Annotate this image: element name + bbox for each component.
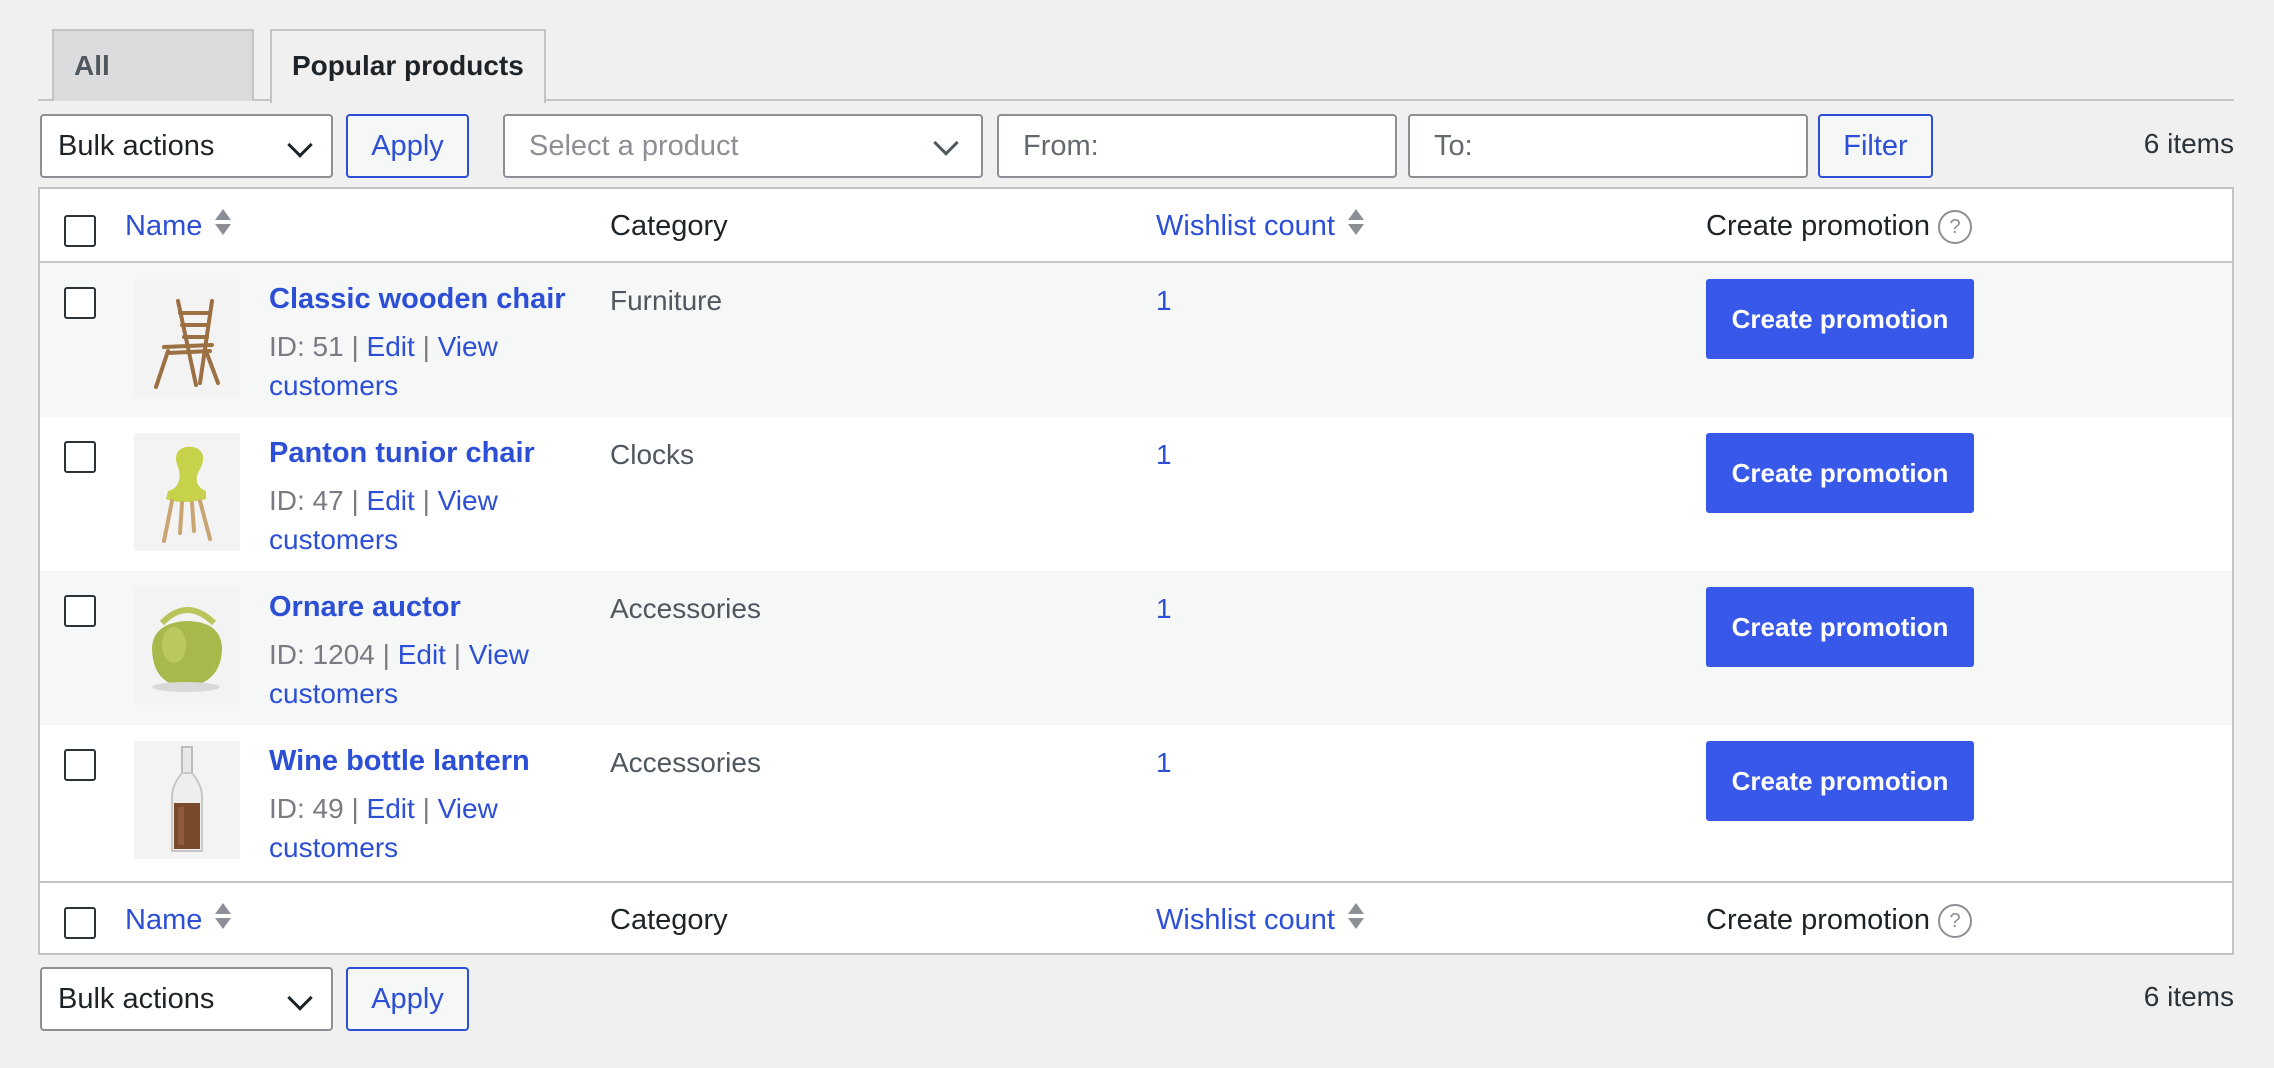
product-select-placeholder: Select a product — [529, 130, 739, 162]
column-create-promotion: Create promotion? — [1706, 883, 1973, 957]
tab-popular-products[interactable]: Popular products — [270, 29, 546, 103]
table-header: Name Category Wishlist count Create prom… — [40, 189, 2232, 263]
create-promotion-button[interactable]: Create promotion — [1706, 587, 1974, 667]
table-row: Classic wooden chair ID: 51 | Edit | Vie… — [40, 263, 2232, 417]
column-name-label[interactable]: Name — [125, 210, 202, 242]
chevron-down-icon — [287, 132, 313, 158]
wishlist-count-link[interactable]: 1 — [1156, 285, 1172, 317]
column-wishlist-count[interactable]: Wishlist count — [1156, 189, 1365, 263]
edit-link[interactable]: Edit — [367, 331, 415, 362]
sort-icon — [1347, 207, 1365, 239]
bulk-actions-label: Bulk actions — [58, 130, 215, 162]
table-footer-header: Name Category Wishlist count Create prom… — [40, 881, 2232, 955]
edit-link[interactable]: Edit — [367, 485, 415, 516]
from-date-input[interactable]: From: — [997, 114, 1397, 178]
product-id: ID: 1204 — [269, 639, 375, 670]
table-row: Wine bottle lantern ID: 49 | Edit | View… — [40, 725, 2232, 879]
filter-button[interactable]: Filter — [1818, 114, 1933, 178]
product-thumbnail-bottle-lantern[interactable] — [134, 741, 240, 859]
row-checkbox[interactable] — [64, 441, 96, 473]
chevron-down-icon — [933, 130, 959, 156]
row-meta: ID: 49 | Edit | View customers — [269, 793, 498, 863]
column-create-promotion: Create promotion? — [1706, 189, 1973, 263]
select-all-checkbox[interactable] — [64, 215, 96, 247]
sort-icon — [214, 207, 232, 239]
product-name-link[interactable]: Ornare auctor — [269, 591, 461, 624]
create-promotion-button[interactable]: Create promotion — [1706, 433, 1974, 513]
row-checkbox[interactable] — [64, 595, 96, 627]
row-meta: ID: 51 | Edit | View customers — [269, 331, 498, 401]
wishlist-count-link[interactable]: 1 — [1156, 439, 1172, 471]
apply-button-bottom[interactable]: Apply — [346, 967, 469, 1031]
product-thumbnail-green-basket[interactable] — [134, 587, 240, 705]
row-checkbox[interactable] — [64, 749, 96, 781]
wishlist-count-link[interactable]: 1 — [1156, 593, 1172, 625]
create-promotion-button[interactable]: Create promotion — [1706, 741, 1974, 821]
category-cell: Accessories — [610, 747, 761, 778]
bulk-actions-select-bottom[interactable]: Bulk actions — [40, 967, 333, 1031]
product-select[interactable]: Select a product — [503, 114, 983, 178]
tab-bar: All wishlists Popular products — [38, 29, 2234, 151]
create-promotion-button[interactable]: Create promotion — [1706, 279, 1974, 359]
select-all-checkbox-bottom[interactable] — [64, 907, 96, 939]
items-count: 6 items — [2143, 128, 2234, 159]
product-id: ID: 49 — [269, 793, 344, 824]
table-row: Ornare auctor ID: 1204 | Edit | View cus… — [40, 571, 2232, 725]
help-icon[interactable]: ? — [1938, 904, 1973, 938]
tab-all-wishlists[interactable]: All wishlists — [52, 29, 254, 151]
sort-icon — [1347, 901, 1365, 933]
sort-icon — [214, 901, 232, 933]
column-wishlist-count-label[interactable]: Wishlist count — [1156, 210, 1335, 242]
column-name-label[interactable]: Name — [125, 904, 202, 936]
category-cell: Furniture — [610, 285, 723, 316]
product-name-link[interactable]: Wine bottle lantern — [269, 745, 530, 778]
column-wishlist-count[interactable]: Wishlist count — [1156, 883, 1365, 957]
chevron-down-icon — [287, 985, 313, 1011]
row-meta: ID: 47 | Edit | View customers — [269, 485, 498, 555]
column-create-promotion-label: Create promotion — [1706, 904, 1931, 936]
to-date-input[interactable]: To: — [1408, 114, 1808, 178]
column-category: Category — [610, 210, 728, 242]
apply-button[interactable]: Apply — [346, 114, 469, 178]
product-id: ID: 51 — [269, 331, 344, 362]
bulk-actions-label: Bulk actions — [58, 983, 215, 1015]
column-wishlist-count-label[interactable]: Wishlist count — [1156, 904, 1335, 936]
items-count-bottom: 6 items — [2143, 981, 2234, 1012]
table-row: Panton tunior chair ID: 47 | Edit | View… — [40, 417, 2232, 571]
row-checkbox[interactable] — [64, 287, 96, 319]
column-category: Category — [610, 904, 728, 936]
product-id: ID: 47 — [269, 485, 344, 516]
help-icon[interactable]: ? — [1938, 210, 1973, 244]
category-cell: Accessories — [610, 593, 761, 624]
product-name-link[interactable]: Classic wooden chair — [269, 283, 566, 316]
product-thumbnail-wooden-chair[interactable] — [134, 279, 240, 397]
column-create-promotion-label: Create promotion — [1706, 210, 1931, 242]
edit-link[interactable]: Edit — [398, 639, 446, 670]
products-table: Name Category Wishlist count Create prom… — [38, 187, 2234, 955]
row-meta: ID: 1204 | Edit | View customers — [269, 639, 529, 709]
product-name-link[interactable]: Panton tunior chair — [269, 437, 535, 470]
column-name[interactable]: Name — [125, 883, 232, 957]
column-name[interactable]: Name — [125, 189, 232, 263]
product-thumbnail-green-chair[interactable] — [134, 433, 240, 551]
category-cell: Clocks — [610, 439, 695, 470]
edit-link[interactable]: Edit — [367, 793, 415, 824]
bulk-actions-select[interactable]: Bulk actions — [40, 114, 333, 178]
wishlist-count-link[interactable]: 1 — [1156, 747, 1172, 779]
